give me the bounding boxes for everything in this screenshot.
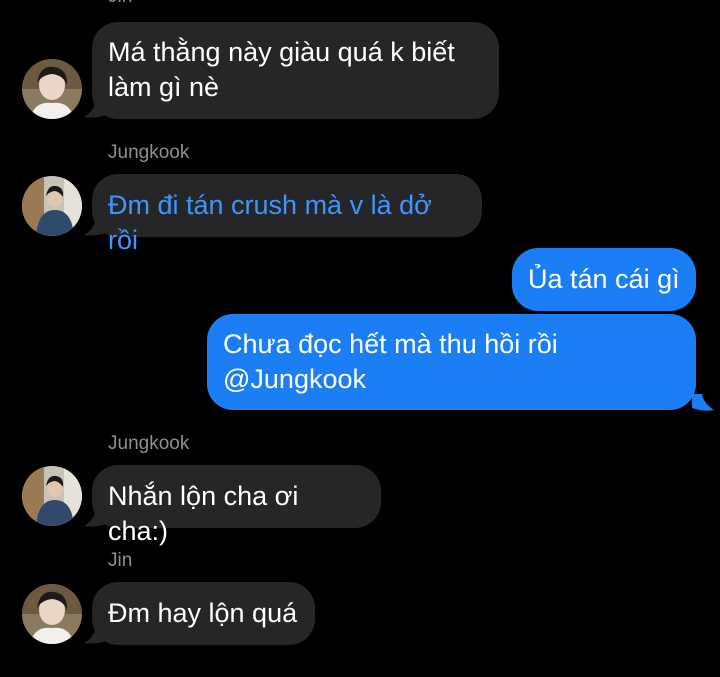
jin-avatar[interactable] (22, 584, 82, 644)
sender-name: Jin (108, 0, 132, 8)
jin-avatar[interactable] (22, 59, 82, 119)
message-bubble[interactable]: Nhắn lộn cha ơi cha:) (92, 465, 381, 546)
message-bubble-outgoing[interactable]: Ủa tán cái gì (512, 248, 696, 311)
bubble-tail (84, 219, 106, 237)
sender-name: Jungkook (108, 142, 190, 163)
sender-name: Jungkook (108, 433, 190, 454)
message-bubble[interactable]: Đm đi tán crush mà v là dở rồi (92, 174, 482, 255)
sender-name: Jin (108, 550, 133, 571)
bubble-tail (692, 394, 714, 412)
message-bubble[interactable]: Đm hay lộn quá (92, 582, 315, 645)
bubble-tail (84, 510, 106, 528)
bubble-tail (84, 101, 106, 119)
message-bubble-outgoing[interactable]: Chưa đọc hết mà thu hồi rồi @Jungkook (207, 314, 696, 410)
jungkook-avatar[interactable] (22, 176, 82, 236)
jungkook-avatar[interactable] (22, 466, 82, 526)
bubble-tail (84, 627, 106, 645)
message-bubble[interactable]: Má thằng này giàu quá k biết làm gì nè (92, 22, 499, 119)
